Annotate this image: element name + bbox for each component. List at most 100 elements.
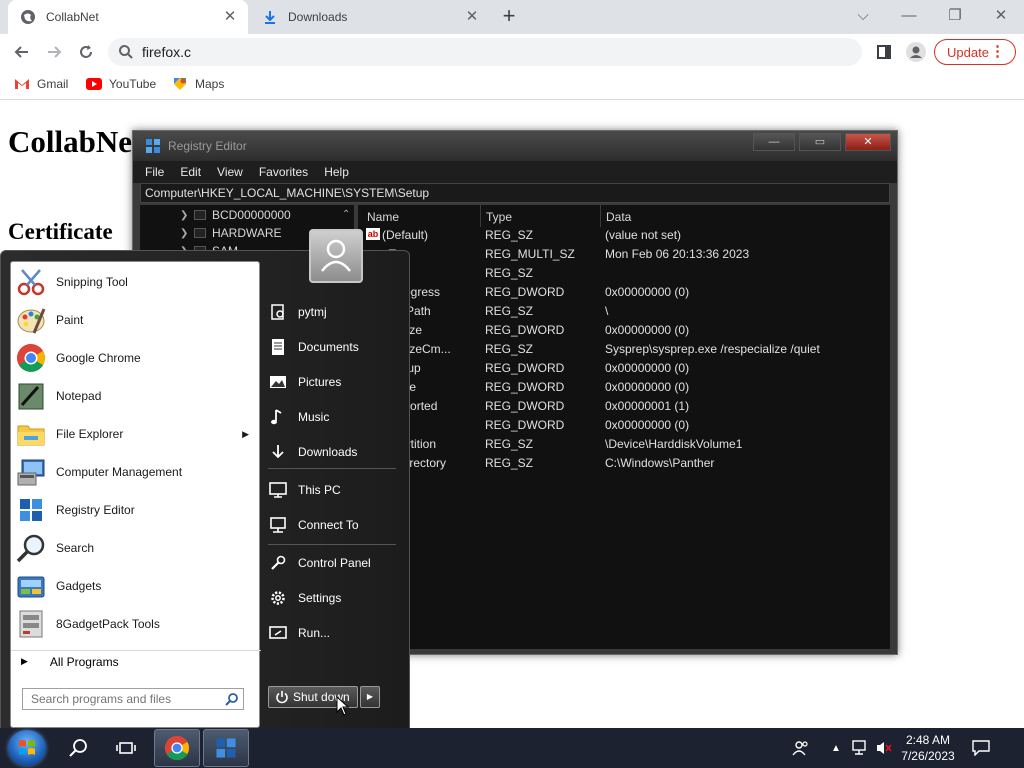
menu-edit[interactable]: Edit — [180, 165, 201, 179]
program-snipping-tool[interactable]: Snipping Tool — [11, 263, 261, 301]
all-programs-button[interactable]: ▶ All Programs — [11, 650, 261, 672]
tab-downloads[interactable]: Downloads ✕ — [250, 0, 490, 34]
value-type: REG_DWORD — [485, 323, 565, 337]
program-google-chrome[interactable]: Google Chrome — [11, 339, 261, 377]
start-button[interactable] — [8, 730, 46, 766]
value-data: (value not set) — [605, 228, 682, 242]
registry-value-row[interactable]: ingDirectory REG_SZ C:\Windows\Panther — [358, 454, 890, 473]
profile-button[interactable] — [902, 38, 930, 66]
start-search-input[interactable] — [23, 692, 219, 706]
value-type: REG_DWORD — [485, 361, 565, 375]
reload-button[interactable] — [72, 38, 100, 66]
start-right-divider — [268, 544, 396, 545]
new-tab-button[interactable]: + — [498, 5, 520, 28]
gmail-icon — [14, 76, 30, 92]
registry-value-row[interactable]: SupportedREG_DWORD0x00000001 (1) — [358, 397, 890, 416]
address-bar[interactable] — [108, 38, 862, 66]
registry-icon — [216, 738, 236, 758]
menu-file[interactable]: File — [145, 165, 164, 179]
start-link-downloads[interactable]: Downloads — [268, 438, 404, 466]
tree-item-bcd[interactable]: ❯ BCD00000000 — [180, 206, 291, 224]
start-link-documents[interactable]: Documents — [268, 333, 404, 361]
system-clock[interactable]: 2:48 AM 7/26/2023 — [900, 732, 956, 764]
registry-value-row[interactable]: rtSetupREG_DWORD0x00000000 (0) — [358, 359, 890, 378]
scroll-up-icon[interactable]: ⌃ — [342, 209, 350, 220]
regedit-titlebar[interactable]: Registry Editor — ▭ ✕ — [133, 131, 897, 161]
taskbar-registry-editor[interactable] — [203, 729, 249, 767]
back-button[interactable] — [8, 38, 36, 66]
start-link-control-panel[interactable]: Control Panel — [268, 549, 404, 577]
program-computer-management[interactable]: Computer Management — [11, 453, 261, 491]
shutdown-options-arrow[interactable]: ▶ — [360, 686, 380, 708]
bookmark-youtube[interactable]: YouTube — [86, 76, 156, 92]
program-8gadgetpack-tools[interactable]: 8GadgetPack Tools — [11, 605, 261, 643]
registry-value-row[interactable]: aderPathREG_SZ\ — [358, 302, 890, 321]
close-window-button[interactable]: ✕ — [978, 4, 1024, 30]
column-divider[interactable] — [480, 205, 481, 227]
chevron-up-icon[interactable]: ▲ — [828, 730, 844, 766]
program-gadgets[interactable]: Gadgets — [11, 567, 261, 605]
menu-view[interactable]: View — [217, 165, 243, 179]
chevron-right-icon[interactable]: ❯ — [180, 228, 194, 239]
start-link-this-pc[interactable]: This PC — [268, 476, 404, 504]
chevron-right-icon[interactable]: ❯ — [180, 210, 194, 221]
submenu-arrow-icon[interactable]: ▶ — [242, 429, 249, 440]
task-view-button[interactable] — [110, 730, 142, 766]
registry-value-row[interactable]: ecializeREG_DWORD0x00000000 (0) — [358, 321, 890, 340]
start-link-settings[interactable]: Settings — [268, 584, 404, 612]
start-link-run[interactable]: Run... — [268, 619, 404, 647]
column-divider[interactable] — [600, 205, 601, 227]
regedit-address-bar[interactable]: Computer\HKEY_LOCAL_MACHINE\SYSTEM\Setup — [140, 183, 890, 203]
tree-item-hardware[interactable]: ❯ HARDWARE — [180, 224, 282, 242]
minimize-button[interactable]: — — [886, 4, 932, 30]
registry-value-row[interactable]: ab (Default) REG_SZ (value not set) — [358, 226, 890, 245]
registry-value-row[interactable]: eTagREG_MULTI_SZMon Feb 06 20:13:36 2023 — [358, 245, 890, 264]
registry-value-row[interactable]: mPartitionREG_SZ\Device\HarddiskVolume1 — [358, 435, 890, 454]
regedit-close-button[interactable]: ✕ — [845, 133, 891, 151]
column-header-data[interactable]: Data — [606, 210, 631, 224]
restore-button[interactable]: ❐ — [932, 4, 978, 30]
regedit-minimize-button[interactable]: — — [753, 133, 795, 151]
bookmark-gmail[interactable]: Gmail — [14, 76, 68, 92]
people-button[interactable] — [788, 730, 814, 766]
column-header-name[interactable]: Name — [367, 210, 399, 224]
volume-button[interactable] — [874, 730, 894, 766]
column-header-type[interactable]: Type — [486, 210, 512, 224]
user-avatar[interactable] — [309, 229, 363, 283]
taskbar-chrome[interactable] — [154, 729, 200, 767]
side-panel-button[interactable] — [870, 38, 898, 66]
registry-value-row[interactable]: PhaseREG_DWORD0x00000000 (0) — [358, 378, 890, 397]
menu-favorites[interactable]: Favorites — [259, 165, 308, 179]
value-data: 0x00000001 (1) — [605, 399, 690, 413]
start-link-pytmj[interactable]: pytmj — [268, 298, 404, 326]
program-file-explorer[interactable]: File Explorer ▶ — [11, 415, 261, 453]
search-icon[interactable] — [225, 692, 239, 706]
menu-help[interactable]: Help — [324, 165, 349, 179]
bookmark-maps[interactable]: Maps — [172, 76, 224, 92]
start-link-connect-to[interactable]: Connect To — [268, 511, 404, 539]
tab-collabnet[interactable]: CollabNet ✕ — [8, 0, 248, 34]
address-input[interactable] — [142, 44, 742, 60]
program-search[interactable]: Search — [11, 529, 261, 567]
notifications-button[interactable] — [970, 730, 992, 766]
registry-value-row[interactable]: LineREG_SZ — [358, 264, 890, 283]
registry-value-row[interactable]: InProgress REG_DWORD 0x00000000 (0) — [358, 283, 890, 302]
network-button[interactable] — [850, 730, 870, 766]
program-registry-editor[interactable]: Registry Editor — [11, 491, 261, 529]
tab-search-chevron-icon[interactable]: ⌵ — [840, 4, 886, 30]
close-tab-icon[interactable]: ✕ — [464, 9, 480, 25]
forward-button[interactable] — [40, 38, 68, 66]
taskbar-search-button[interactable] — [62, 730, 94, 766]
program-notepad[interactable]: Notepad — [11, 377, 261, 415]
start-search-box[interactable] — [22, 688, 244, 710]
start-link-pictures[interactable]: Pictures — [268, 368, 404, 396]
close-tab-icon[interactable]: ✕ — [222, 9, 238, 25]
update-button[interactable]: Update ⋮ — [934, 39, 1016, 65]
registry-value-row[interactable]: TypeREG_DWORD0x00000000 (0) — [358, 416, 890, 435]
start-link-music[interactable]: Music — [268, 403, 404, 431]
value-data: \Device\HarddiskVolume1 — [605, 437, 743, 451]
program-paint[interactable]: Paint — [11, 301, 261, 339]
menu-dots-icon[interactable]: ⋮ — [990, 42, 1005, 62]
regedit-maximize-button[interactable]: ▭ — [799, 133, 841, 151]
registry-value-row[interactable]: ecializeCm... REG_SZ Sysprep\sysprep.exe /… — [358, 340, 890, 359]
